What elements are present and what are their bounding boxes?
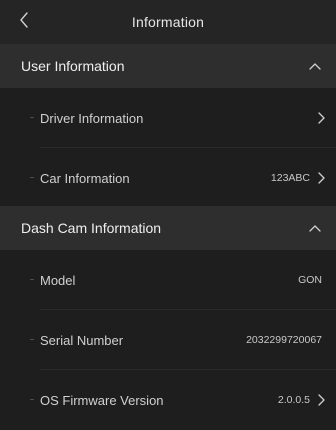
chevron-up-icon	[308, 221, 322, 235]
row-value: 2.0.0.5	[277, 394, 310, 406]
row-model: Model GON	[0, 250, 336, 310]
top-bar: Information	[0, 0, 336, 44]
row-serial-number: Serial Number 2032299720067	[0, 310, 336, 370]
row-label: OS Firmware Version	[40, 392, 164, 408]
row-dash	[30, 177, 34, 178]
section-title: User Information	[21, 58, 125, 74]
chevron-right-icon	[316, 171, 326, 185]
row-car-information[interactable]: Car Information 123ABC	[0, 148, 336, 208]
chevron-up-icon	[308, 59, 322, 73]
chevron-left-icon	[18, 11, 30, 34]
row-value: GON	[298, 274, 322, 286]
section-header-dash-cam-information[interactable]: Dash Cam Information	[0, 206, 336, 250]
chevron-right-icon	[316, 111, 326, 125]
row-label: Car Information	[40, 170, 130, 186]
row-driver-information[interactable]: Driver Information	[0, 88, 336, 148]
section-title: Dash Cam Information	[21, 220, 162, 236]
back-button[interactable]	[10, 8, 38, 36]
row-dash	[30, 339, 34, 340]
row-dash	[30, 279, 34, 280]
row-dash	[30, 399, 34, 400]
row-dash	[30, 117, 34, 118]
section-header-user-information[interactable]: User Information	[0, 44, 336, 88]
page-title: Information	[131, 14, 205, 30]
row-label: Serial Number	[40, 332, 124, 348]
chevron-right-icon	[316, 393, 326, 407]
row-value: 2032299720067	[246, 334, 322, 346]
row-value: 123ABC	[270, 172, 310, 184]
row-label: Driver Information	[40, 110, 144, 126]
row-os-firmware-version[interactable]: OS Firmware Version 2.0.0.5	[0, 370, 336, 430]
row-label: Model	[40, 272, 76, 288]
